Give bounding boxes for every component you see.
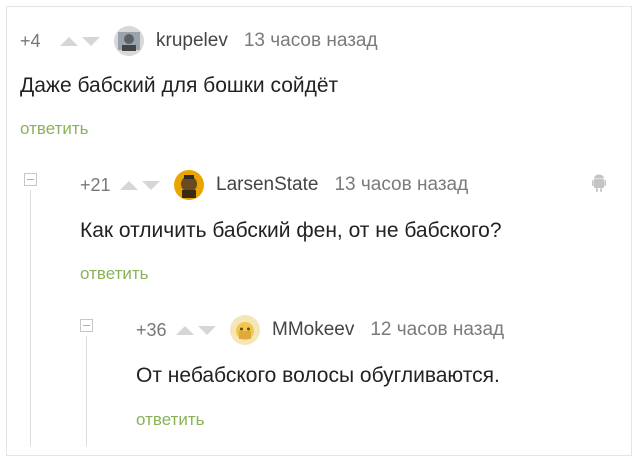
reply-link[interactable]: ответить xyxy=(20,119,89,139)
comment-header: +4 krupelev 13 часов назад xyxy=(20,26,378,56)
upvote-icon[interactable] xyxy=(60,36,78,46)
timestamp[interactable]: 13 часов назад xyxy=(334,174,468,196)
reply-link[interactable]: ответить xyxy=(80,264,149,284)
downvote-icon[interactable] xyxy=(82,36,100,46)
upvote-icon[interactable] xyxy=(176,325,194,335)
comment-text: Даже бабский для бошки сойдёт xyxy=(20,74,339,97)
vote-controls xyxy=(120,180,160,190)
author-name[interactable]: MMokeev xyxy=(272,319,354,341)
author-name[interactable]: LarsenState xyxy=(216,174,318,196)
comment-score: +21 xyxy=(80,174,111,195)
comment-score: +36 xyxy=(136,319,167,340)
author-name[interactable]: krupelev xyxy=(156,30,228,52)
avatar[interactable] xyxy=(230,315,260,345)
collapse-toggle-icon[interactable] xyxy=(80,319,93,332)
comment-text: Как отличить бабский фен, от не бабского… xyxy=(80,219,502,242)
upvote-icon[interactable] xyxy=(120,180,138,190)
avatar[interactable] xyxy=(114,26,144,56)
comment-score: +4 xyxy=(20,30,41,51)
collapse-toggle-icon[interactable] xyxy=(24,173,37,186)
avatar[interactable] xyxy=(174,170,204,200)
vote-controls xyxy=(60,36,100,46)
thread-line xyxy=(86,336,87,446)
comment-text: От небабского волосы обугливаются. xyxy=(136,364,500,387)
comment-header: +21 LarsenState 13 часов назад xyxy=(80,170,468,200)
reply-link[interactable]: ответить xyxy=(136,410,205,430)
android-icon xyxy=(592,174,606,192)
comment-header: +36 MMokeev 12 часов назад xyxy=(136,315,504,345)
timestamp[interactable]: 12 часов назад xyxy=(370,319,504,341)
vote-controls xyxy=(176,325,216,335)
downvote-icon[interactable] xyxy=(142,180,160,190)
thread-line xyxy=(30,190,31,446)
timestamp[interactable]: 13 часов назад xyxy=(244,30,378,52)
downvote-icon[interactable] xyxy=(198,325,216,335)
